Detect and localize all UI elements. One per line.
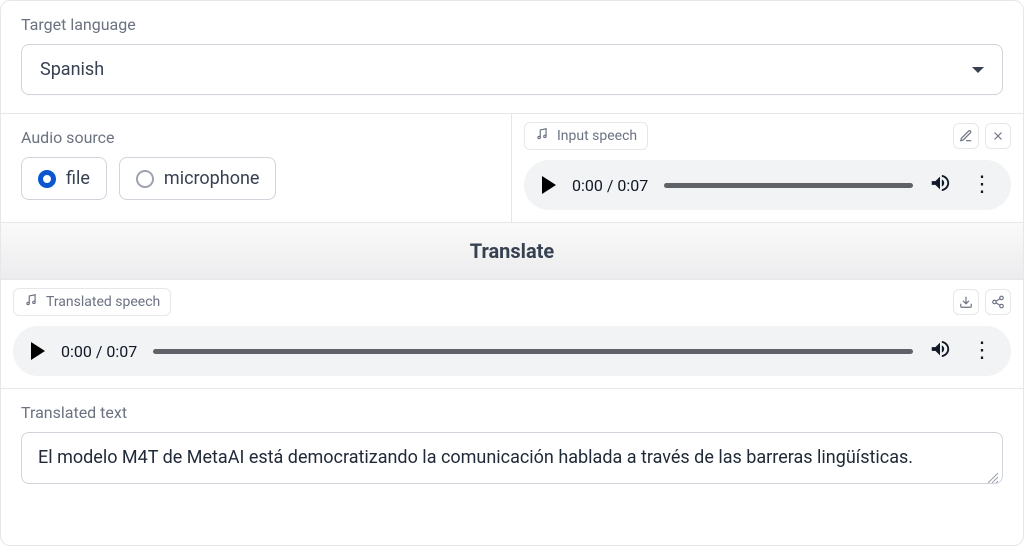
play-button[interactable]	[542, 176, 556, 194]
volume-icon[interactable]	[929, 338, 951, 364]
target-language-label: Target language	[21, 15, 1003, 34]
audio-source-option-file[interactable]: file	[21, 157, 107, 200]
input-audio-time: 0:00 / 0:07	[572, 176, 648, 195]
radio-unselected-icon	[136, 170, 154, 188]
target-language-select[interactable]: Spanish	[21, 44, 1003, 95]
input-audio-progress[interactable]	[664, 183, 913, 188]
audio-source-option-file-label: file	[66, 168, 90, 189]
translator-app: Target language Spanish Audio source fil…	[0, 0, 1024, 546]
translated-speech-header: Translated speech	[13, 288, 171, 316]
music-note-icon	[24, 293, 38, 311]
target-language-section: Target language Spanish	[1, 1, 1023, 114]
audio-row: Audio source file microphone Input s	[1, 114, 1023, 222]
audio-source-option-microphone-label: microphone	[164, 168, 260, 189]
audio-source-section: Audio source file microphone	[1, 114, 512, 222]
audio-menu-button[interactable]: ⋮	[967, 174, 997, 196]
translated-text-value: El modelo M4T de MetaAI está democratiza…	[38, 447, 913, 468]
translated-audio-time: 0:00 / 0:07	[61, 342, 137, 361]
target-language-value: Spanish	[40, 59, 104, 80]
translated-text-section: Translated text El modelo M4T de MetaAI …	[1, 389, 1023, 502]
input-speech-label: Input speech	[557, 128, 637, 144]
resize-handle-icon[interactable]	[986, 467, 998, 479]
translated-speech-label: Translated speech	[46, 294, 160, 310]
edit-input-button[interactable]	[953, 123, 979, 149]
input-speech-section: Input speech 0:00 / 0:07	[512, 114, 1023, 222]
clear-input-button[interactable]	[985, 123, 1011, 149]
music-note-icon	[535, 127, 549, 145]
translated-audio-player: 0:00 / 0:07 ⋮	[13, 326, 1011, 376]
translate-button[interactable]: Translate	[1, 222, 1023, 280]
input-audio-player: 0:00 / 0:07 ⋮	[524, 160, 1011, 210]
translated-text-output[interactable]: El modelo M4T de MetaAI está democratiza…	[21, 432, 1003, 484]
radio-selected-icon	[38, 170, 56, 188]
caret-down-icon	[972, 67, 984, 73]
share-output-button[interactable]	[985, 289, 1011, 315]
input-speech-header: Input speech	[524, 122, 648, 150]
audio-source-radio-group: file microphone	[21, 157, 491, 200]
translated-speech-section: Translated speech 0:00 / 0:07 ⋮	[1, 280, 1023, 389]
audio-source-option-microphone[interactable]: microphone	[119, 157, 277, 200]
download-output-button[interactable]	[953, 289, 979, 315]
audio-source-label: Audio source	[21, 128, 491, 147]
play-button[interactable]	[31, 342, 45, 360]
audio-menu-button[interactable]: ⋮	[967, 340, 997, 362]
translated-text-label: Translated text	[21, 403, 1003, 422]
translated-audio-progress[interactable]	[153, 349, 913, 354]
volume-icon[interactable]	[929, 172, 951, 198]
